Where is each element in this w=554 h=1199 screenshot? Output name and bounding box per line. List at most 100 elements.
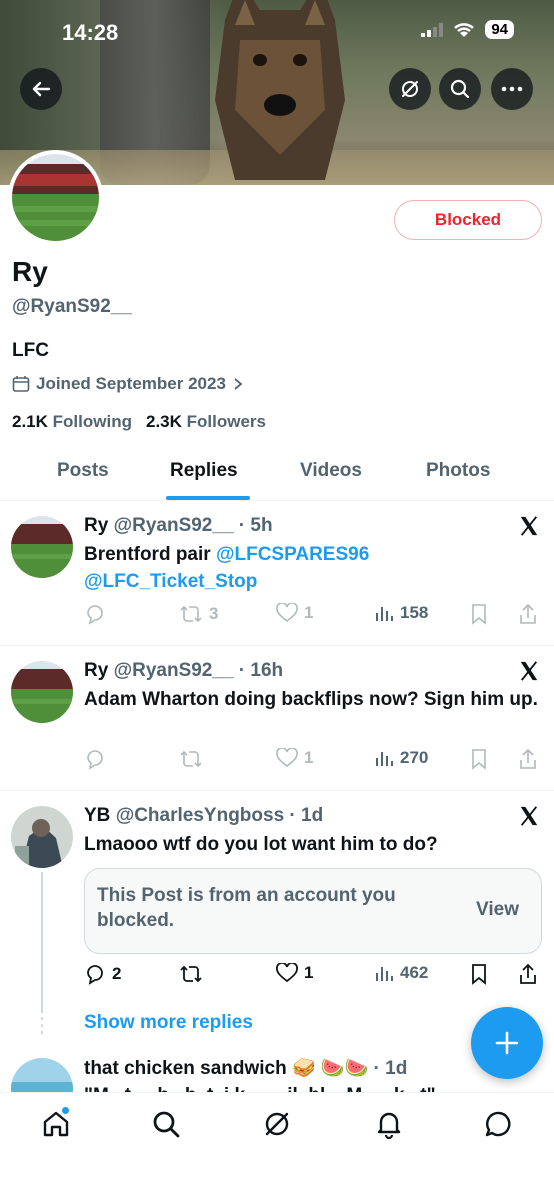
- thread-line: [41, 872, 43, 1010]
- views-button[interactable]: 158: [374, 603, 428, 623]
- post-avatar[interactable]: [11, 806, 73, 868]
- post-author-name[interactable]: that chicken sandwich 🥪 🍉🍉: [84, 1058, 368, 1079]
- repost-icon: [180, 965, 202, 983]
- like-button[interactable]: 1: [276, 963, 313, 983]
- post-author-name[interactable]: Ry: [84, 515, 108, 536]
- post-item[interactable]: Ry @RyanS92__ · 16h Adam Wharton doing b…: [0, 646, 554, 791]
- mention-link[interactable]: @LFCSPARES96: [216, 544, 369, 565]
- post-text: Brentford pair @LFCSPARES96 @LFC_Ticket_…: [84, 541, 544, 595]
- bookmark-icon: [472, 964, 486, 985]
- x-logo-icon: [520, 806, 538, 826]
- nav-search-icon: [153, 1111, 180, 1138]
- post-text: Lmaooo wtf do you lot want him to do?: [84, 834, 438, 855]
- share-button[interactable]: [518, 963, 538, 985]
- wifi-icon: [454, 22, 475, 37]
- post-header: Ry @RyanS92__ · 16h: [84, 660, 284, 681]
- signal-icon: [421, 22, 444, 37]
- reply-button[interactable]: [84, 603, 112, 625]
- followers-link[interactable]: 2.3K Followers: [146, 412, 266, 432]
- repost-button[interactable]: [179, 963, 209, 985]
- like-count: 1: [304, 603, 314, 622]
- following-count: 2.1K: [12, 412, 48, 431]
- post-author-name[interactable]: YB: [84, 805, 110, 826]
- tab-posts[interactable]: Posts: [57, 460, 109, 482]
- bookmark-icon: [472, 604, 486, 625]
- like-icon: [276, 603, 298, 623]
- post-time: 16h: [250, 660, 284, 681]
- reply-button[interactable]: 2: [84, 963, 121, 985]
- profile-avatar[interactable]: [8, 150, 103, 245]
- nav-messages[interactable]: [482, 1107, 516, 1141]
- repost-button[interactable]: [179, 748, 209, 770]
- post-avatar[interactable]: [11, 661, 73, 723]
- nav-grok[interactable]: [260, 1107, 294, 1141]
- post-item[interactable]: Ry @RyanS92__ · 5h Brentford pair @LFCSP…: [0, 501, 554, 646]
- reply-button[interactable]: [84, 748, 112, 770]
- bookmark-button[interactable]: [470, 963, 488, 985]
- mention-link[interactable]: @LFC_Ticket_Stop: [84, 571, 257, 592]
- post-author-handle[interactable]: @RyanS92__: [114, 515, 234, 536]
- nav-grok-icon: [265, 1112, 289, 1136]
- views-icon: [376, 752, 393, 766]
- post-item[interactable]: that chicken sandwich 🥪 🍉🍉 · 1d "M...t..…: [0, 1050, 554, 1092]
- grok-button[interactable]: [389, 68, 431, 110]
- joined-text: Joined September 2023: [36, 374, 226, 393]
- like-icon: [276, 963, 298, 983]
- bookmark-button[interactable]: [470, 603, 488, 625]
- reply-icon: [87, 605, 103, 625]
- post-header: Ry @RyanS92__ · 5h: [84, 515, 273, 536]
- post-actions: 2 1 462: [84, 963, 544, 989]
- post-author-name[interactable]: Ry: [84, 660, 108, 681]
- active-tab-indicator: [166, 496, 250, 500]
- bookmark-button[interactable]: [470, 748, 488, 770]
- view-button[interactable]: View: [476, 899, 519, 921]
- show-more-replies-link[interactable]: Show more replies: [84, 1012, 253, 1034]
- reply-count: 2: [112, 964, 122, 983]
- nav-search[interactable]: [149, 1107, 183, 1141]
- reply-icon: [87, 965, 103, 985]
- like-count: 1: [304, 748, 314, 767]
- post-avatar[interactable]: [11, 1058, 73, 1092]
- profile-name: Ry: [12, 256, 48, 287]
- like-button[interactable]: 1: [276, 748, 313, 768]
- views-button[interactable]: 270: [374, 748, 428, 768]
- status-time: 14:28: [62, 20, 119, 45]
- like-button[interactable]: 1: [276, 603, 313, 623]
- repost-count: 3: [209, 604, 219, 623]
- back-button[interactable]: [20, 68, 62, 110]
- blocked-quote-card[interactable]: This Post is from an account you blocked…: [84, 868, 542, 954]
- post-avatar[interactable]: [11, 516, 73, 578]
- tab-videos[interactable]: Videos: [300, 460, 362, 482]
- views-button[interactable]: 462: [374, 963, 428, 983]
- post-author-handle[interactable]: @RyanS92__: [114, 660, 234, 681]
- blocked-quote-text: This Post is from an account you blocked…: [97, 885, 396, 931]
- chevron-right-icon: [234, 378, 243, 390]
- post-author-handle[interactable]: @CharlesYngboss: [116, 805, 284, 826]
- x-logo-icon: [520, 516, 538, 536]
- share-button[interactable]: [518, 603, 538, 625]
- share-icon: [520, 748, 536, 769]
- compose-button[interactable]: [471, 1007, 543, 1079]
- tab-replies[interactable]: Replies: [170, 460, 238, 482]
- profile-handle: @RyanS92__: [12, 296, 132, 317]
- joined-date[interactable]: Joined September 2023: [12, 374, 244, 394]
- home-notification-dot: [61, 1106, 70, 1115]
- more-button[interactable]: [491, 68, 533, 110]
- profile-banner[interactable]: 14:28 94: [0, 0, 554, 185]
- blocked-button[interactable]: Blocked: [394, 200, 542, 240]
- plus-icon: [495, 1031, 519, 1055]
- views-icon: [376, 967, 393, 981]
- nav-notifications[interactable]: [372, 1107, 406, 1141]
- profile-tabs: Posts Replies Videos Photos: [0, 450, 554, 501]
- more-icon: [501, 86, 523, 92]
- post-header: that chicken sandwich 🥪 🍉🍉 · 1d: [84, 1058, 408, 1079]
- repost-icon: [180, 605, 202, 623]
- tab-photos[interactable]: Photos: [426, 460, 490, 482]
- repost-button[interactable]: 3: [179, 603, 218, 625]
- status-icons: 94: [421, 20, 514, 39]
- search-button[interactable]: [439, 68, 481, 110]
- following-link[interactable]: 2.1K Following: [12, 412, 132, 432]
- following-label: Following: [52, 412, 132, 431]
- share-button[interactable]: [518, 748, 538, 770]
- back-arrow-icon: [32, 81, 51, 97]
